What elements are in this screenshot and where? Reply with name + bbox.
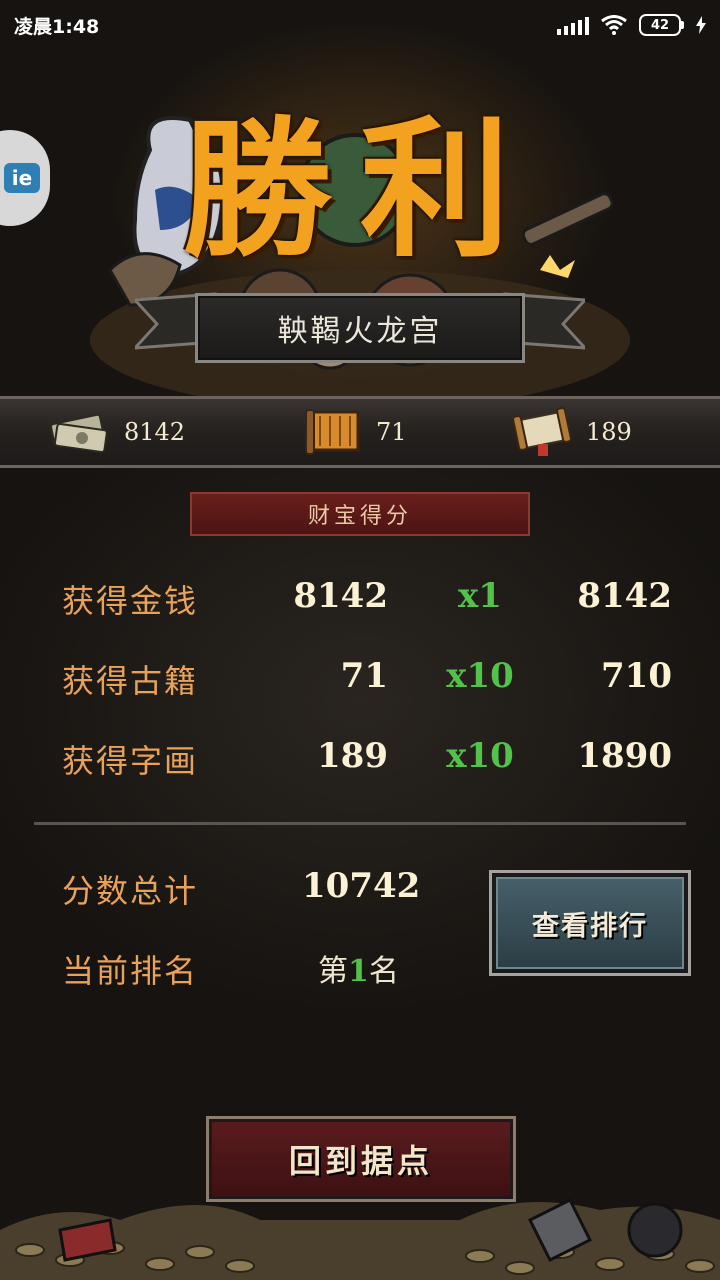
resource-money-value: 8142 bbox=[124, 418, 186, 446]
score-count: 71 bbox=[340, 656, 388, 696]
victory-title: 勝利 bbox=[181, 102, 538, 278]
score-multiplier: x1 bbox=[458, 576, 502, 616]
score-result: 1890 bbox=[577, 736, 672, 776]
status-bar: 凌晨1:48 42 bbox=[0, 0, 720, 50]
rank-number: 1 bbox=[348, 954, 369, 989]
score-row-books: 获得古籍 71 x10 710 bbox=[0, 648, 720, 708]
stage-plate: 鞅鞨火龙宫 bbox=[195, 293, 525, 363]
score-multiplier: x10 bbox=[446, 736, 514, 776]
rank-prefix: 第 bbox=[318, 954, 348, 989]
book-icon bbox=[305, 409, 360, 455]
score-multiplier: x10 bbox=[446, 656, 514, 696]
battery-level: 42 bbox=[639, 14, 681, 36]
status-icons: 42 bbox=[557, 14, 706, 36]
resource-scrolls-value: 189 bbox=[586, 418, 632, 446]
treasure-score-header: 财宝得分 bbox=[190, 492, 530, 536]
score-row-money: 获得金钱 8142 x1 8142 bbox=[0, 568, 720, 628]
score-result: 8142 bbox=[577, 576, 672, 616]
resource-books-value: 71 bbox=[376, 418, 407, 446]
score-label: 获得古籍 bbox=[62, 662, 199, 700]
resource-books: 71 bbox=[304, 399, 407, 465]
current-rank-label: 当前排名 bbox=[62, 952, 199, 990]
score-count: 189 bbox=[317, 736, 388, 776]
total-score-value: 10742 bbox=[302, 866, 421, 906]
treasure-score-title: 财宝得分 bbox=[307, 504, 412, 529]
return-to-base-button[interactable]: 回到据点 bbox=[206, 1116, 516, 1202]
resource-scrolls: 189 bbox=[514, 399, 632, 465]
return-to-base-label: 回到据点 bbox=[288, 1142, 433, 1180]
view-ranking-button[interactable]: 查看排行 bbox=[492, 873, 688, 973]
score-count: 8142 bbox=[293, 576, 388, 616]
victory-screen: 凌晨1:48 42 勝利 鞅鞨火龙宫 8142 71 189 财宝得分 获得金钱… bbox=[0, 0, 720, 1280]
scroll-icon bbox=[514, 407, 572, 456]
view-ranking-label: 查看排行 bbox=[532, 910, 648, 942]
score-label: 获得字画 bbox=[62, 742, 199, 780]
score-row-paintings: 获得字画 189 x10 1890 bbox=[0, 728, 720, 788]
battery-icon: 42 bbox=[639, 14, 684, 36]
stage-name: 鞅鞨火龙宫 bbox=[277, 314, 443, 349]
money-icon bbox=[50, 413, 108, 453]
status-time: 凌晨1:48 bbox=[14, 15, 100, 38]
resource-money: 8142 bbox=[48, 399, 185, 465]
current-rank-value: 第1名 bbox=[318, 946, 399, 990]
score-result: 710 bbox=[601, 656, 672, 696]
signal-icon bbox=[557, 15, 589, 35]
divider bbox=[34, 822, 686, 825]
resource-bar: 8142 71 189 bbox=[0, 396, 720, 468]
rank-suffix: 名 bbox=[368, 954, 399, 989]
assistant-icon: ie bbox=[4, 163, 40, 193]
total-score-label: 分数总计 bbox=[62, 872, 199, 910]
wifi-icon bbox=[601, 15, 627, 35]
charging-icon bbox=[696, 16, 706, 34]
score-label: 获得金钱 bbox=[62, 582, 199, 620]
